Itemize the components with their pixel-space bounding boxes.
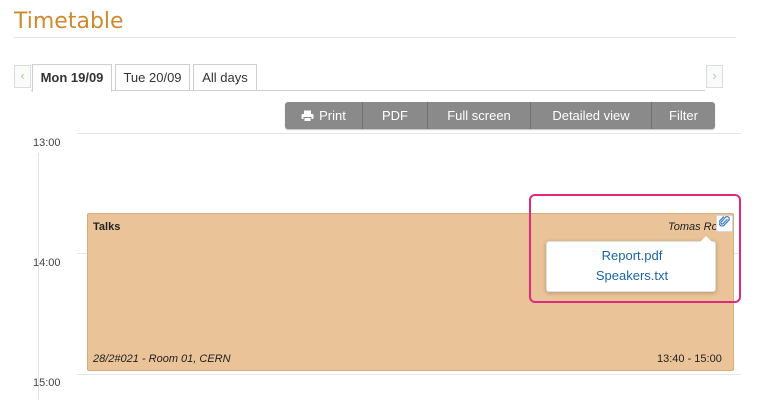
timetable-toolbar: Print PDF Full screen Detailed view Filt… <box>285 102 715 129</box>
hour-label-13: 13:00 <box>33 137 61 149</box>
tab-all-days[interactable]: All days <box>193 64 257 91</box>
print-button[interactable]: Print <box>285 102 363 129</box>
event-title: Talks <box>93 221 121 233</box>
event-location: 28/2#021 - Room 01, CERN <box>93 353 231 365</box>
print-label: Print <box>319 108 346 123</box>
printer-icon <box>301 104 314 129</box>
detailed-view-button[interactable]: Detailed view <box>531 102 652 129</box>
next-day-button[interactable]: › <box>706 65 723 88</box>
hour-label-14: 14:00 <box>33 257 61 269</box>
highlight-frame <box>529 194 741 303</box>
hour-label-15: 15:00 <box>33 377 61 389</box>
time-axis-line <box>38 153 39 400</box>
prev-day-button[interactable]: ‹ <box>14 65 31 88</box>
title-divider <box>14 37 736 38</box>
tab-mon-19-09[interactable]: Mon 19/09 <box>32 64 112 92</box>
page-title: Timetable <box>14 9 124 34</box>
hour-gridline <box>77 374 741 375</box>
pdf-button[interactable]: PDF <box>363 102 428 129</box>
tab-tue-20-09[interactable]: Tue 20/09 <box>115 64 190 91</box>
full-screen-button[interactable]: Full screen <box>428 102 531 129</box>
event-time: 13:40 - 15:00 <box>657 353 722 365</box>
hour-gridline <box>77 133 741 134</box>
filter-button[interactable]: Filter <box>652 102 715 129</box>
